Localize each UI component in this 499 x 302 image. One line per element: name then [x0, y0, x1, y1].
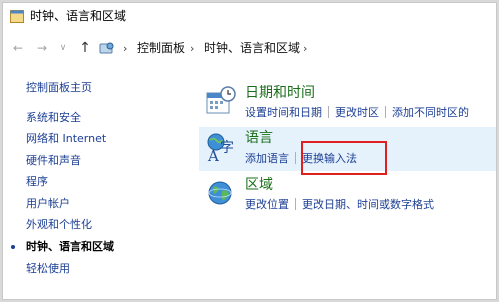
- link-change-time-zone[interactable]: 更改时区: [335, 106, 379, 119]
- link-add-clocks[interactable]: 添加不同时区的: [392, 106, 469, 119]
- breadcrumb-separator-icon: ›: [190, 42, 195, 55]
- clock-calendar-icon: [206, 86, 236, 114]
- link-divider: [385, 106, 386, 118]
- sidebar: 控制面板主页 系统和安全 网络和 Internet 硬件和声音 程序 用户帐户 …: [3, 63, 193, 293]
- sidebar-item-programs[interactable]: 程序: [26, 175, 48, 189]
- link-set-time-date[interactable]: 设置时间和日期: [245, 106, 322, 119]
- category-date-time: 日期和时间 设置时间和日期 更改时区 添加不同时区的: [199, 81, 496, 125]
- link-change-date-time-number-formats[interactable]: 更改日期、时间或数字格式: [302, 198, 434, 211]
- link-change-location[interactable]: 更改位置: [245, 198, 289, 211]
- sidebar-item-hardware-sound[interactable]: 硬件和声音: [26, 154, 81, 168]
- clock-language-region-icon: [10, 10, 24, 23]
- sidebar-item-ease-of-access[interactable]: 轻松使用: [26, 262, 70, 276]
- sidebar-item-clock-language-region: 时钟、语言和区域: [26, 240, 114, 253]
- forward-arrow-icon[interactable]: →: [34, 40, 50, 56]
- category-title-region[interactable]: 区域: [245, 177, 273, 193]
- link-divider: [295, 198, 296, 210]
- link-divider: [295, 152, 296, 164]
- link-add-language[interactable]: 添加语言: [245, 152, 289, 165]
- up-arrow-icon[interactable]: ↑: [77, 40, 93, 56]
- window-title: 时钟、语言和区域: [30, 9, 127, 23]
- sidebar-item-system-security[interactable]: 系统和安全: [26, 111, 81, 125]
- breadcrumb-control-panel[interactable]: 控制面板: [137, 37, 185, 60]
- category-region: 区域 更改位置 更改日期、时间或数字格式: [199, 173, 496, 217]
- date-time-links: 设置时间和日期 更改时区 添加不同时区的: [245, 106, 469, 119]
- category-title-date-time[interactable]: 日期和时间: [245, 85, 315, 101]
- sidebar-item-appearance[interactable]: 外观和个性化: [26, 218, 92, 232]
- breadcrumb-current[interactable]: 时钟、语言和区域: [204, 37, 300, 60]
- svg-text:A: A: [207, 147, 219, 164]
- category-title-language[interactable]: 语言: [245, 130, 273, 146]
- address-bar[interactable]: › 控制面板 › 时钟、语言和区域 ›: [99, 37, 479, 60]
- current-page-bullet-icon: [11, 245, 15, 249]
- breadcrumb-separator-icon: ›: [123, 42, 128, 55]
- sidebar-item-network[interactable]: 网络和 Internet: [26, 132, 106, 146]
- region-links: 更改位置 更改日期、时间或数字格式: [245, 198, 434, 211]
- control-panel-window: 时钟、语言和区域 ← → ∨ ↑ › 控制面板 › 时钟、语言和区域 › 控制面…: [2, 2, 497, 300]
- sidebar-home-link[interactable]: 控制面板主页: [26, 81, 92, 95]
- recent-chevron-icon[interactable]: ∨: [55, 40, 71, 56]
- back-arrow-icon[interactable]: ←: [10, 40, 26, 56]
- link-divider: [328, 106, 329, 118]
- category-list: 日期和时间 设置时间和日期 更改时区 添加不同时区的 A 字 语言 添加语言 更换输入…: [199, 81, 496, 299]
- globe-icon: [208, 181, 232, 205]
- navigation-bar: ← → ∨ ↑ › 控制面板 › 时钟、语言和区域 ›: [3, 37, 496, 61]
- title-bar: 时钟、语言和区域: [3, 3, 496, 30]
- annotation-highlight-box: [301, 141, 387, 175]
- language-icon: A 字: [207, 133, 234, 164]
- control-panel-icon: [99, 42, 114, 54]
- svg-text:字: 字: [220, 140, 234, 156]
- breadcrumb-separator-icon: ›: [303, 42, 308, 55]
- sidebar-item-user-accounts[interactable]: 用户帐户: [26, 197, 70, 211]
